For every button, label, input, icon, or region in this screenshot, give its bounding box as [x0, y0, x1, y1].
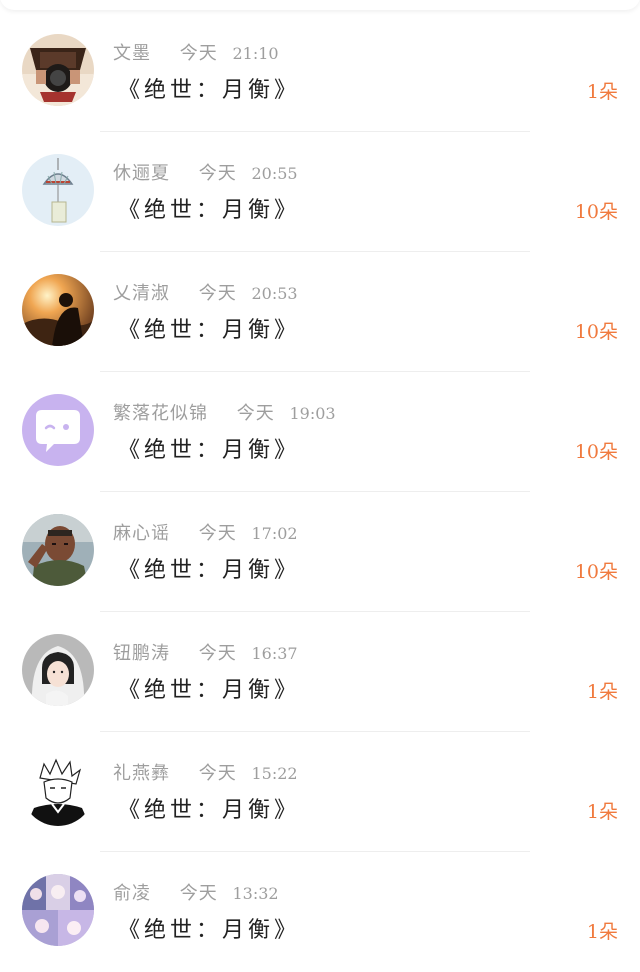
flower-count: 1朵 [586, 681, 618, 703]
record-time: 16:37 [251, 644, 298, 663]
avatar[interactable] [22, 274, 94, 346]
record-time: 13:32 [232, 884, 279, 903]
flower-count: 10朵 [574, 561, 618, 583]
avatar-girl-hood-icon [22, 634, 94, 706]
gift-title: 《绝世：月衡》 [118, 918, 301, 943]
record-meta: 礼燕彝 今天 15:22 [113, 762, 298, 786]
record-meta: 文墨 今天 21:10 [113, 42, 279, 66]
record-day: 今天 [179, 43, 218, 64]
sender-name[interactable]: 钮鹏涛 [113, 643, 170, 664]
record-day: 今天 [198, 283, 237, 304]
avatar[interactable] [22, 514, 94, 586]
top-card-edge [0, 0, 640, 10]
avatar-soldier-icon [22, 514, 94, 586]
avatar[interactable] [22, 154, 94, 226]
sender-name[interactable]: 休逦夏 [113, 163, 170, 184]
avatar-sunset-couple-icon [22, 274, 94, 346]
sender-name[interactable]: 文墨 [113, 43, 151, 64]
gift-title: 《绝世：月衡》 [118, 558, 301, 583]
flower-count: 10朵 [574, 441, 618, 463]
list-item[interactable]: 乂清淑 今天 20:53 《绝世：月衡》 10朵 [0, 252, 640, 372]
list-item[interactable]: 休逦夏 今天 20:55 《绝世：月衡》 10朵 [0, 132, 640, 252]
gift-title: 《绝世：月衡》 [118, 78, 301, 103]
record-day: 今天 [198, 763, 237, 784]
record-meta: 休逦夏 今天 20:55 [113, 162, 298, 186]
gift-title: 《绝世：月衡》 [118, 318, 301, 343]
record-day: 今天 [198, 523, 237, 544]
record-time: 17:02 [251, 524, 298, 543]
gift-title: 《绝世：月衡》 [118, 438, 301, 463]
avatar-default-chat-icon [22, 394, 94, 466]
flower-count: 1朵 [586, 81, 618, 103]
flower-count: 10朵 [574, 321, 618, 343]
record-meta: 俞凌 今天 13:32 [113, 882, 279, 906]
record-meta: 钮鹏涛 今天 16:37 [113, 642, 298, 666]
gift-title: 《绝世：月衡》 [118, 798, 301, 823]
gift-title: 《绝世：月衡》 [118, 198, 301, 223]
avatar[interactable] [22, 34, 94, 106]
flower-count: 1朵 [586, 921, 618, 943]
record-day: 今天 [179, 883, 218, 904]
avatar[interactable] [22, 394, 94, 466]
list-item[interactable]: 礼燕彝 今天 15:22 《绝世：月衡》 1朵 [0, 732, 640, 852]
avatar[interactable] [22, 754, 94, 826]
avatar-manga-boy-icon [22, 754, 94, 826]
avatar-wind-chime-icon [22, 154, 94, 226]
avatar[interactable] [22, 634, 94, 706]
sender-name[interactable]: 礼燕彝 [113, 763, 170, 784]
record-day: 今天 [198, 643, 237, 664]
record-meta: 麻心谣 今天 17:02 [113, 522, 298, 546]
list-item[interactable]: 文墨 今天 21:10 《绝世：月衡》 1朵 [0, 12, 640, 132]
sender-name[interactable]: 麻心谣 [113, 523, 170, 544]
sender-name[interactable]: 乂清淑 [113, 283, 170, 304]
gift-record-list: 文墨 今天 21:10 《绝世：月衡》 1朵 休逦夏 今天 20:55 《绝世：… [0, 12, 640, 972]
record-time: 21:10 [232, 44, 279, 63]
list-item[interactable]: 繁落花似锦 今天 19:03 《绝世：月衡》 10朵 [0, 372, 640, 492]
record-day: 今天 [198, 163, 237, 184]
avatar-photo-camera-icon [22, 34, 94, 106]
sender-name[interactable]: 俞凌 [113, 883, 151, 904]
flower-count: 1朵 [586, 801, 618, 823]
list-item[interactable]: 俞凌 今天 13:32 《绝世：月衡》 1朵 [0, 852, 640, 972]
flower-count: 10朵 [574, 201, 618, 223]
record-meta: 乂清淑 今天 20:53 [113, 282, 298, 306]
avatar[interactable] [22, 874, 94, 946]
record-time: 19:03 [289, 404, 336, 423]
list-item[interactable]: 钮鹏涛 今天 16:37 《绝世：月衡》 1朵 [0, 612, 640, 732]
avatar-anime-collage-icon [22, 874, 94, 946]
record-day: 今天 [236, 403, 275, 424]
list-item[interactable]: 麻心谣 今天 17:02 《绝世：月衡》 10朵 [0, 492, 640, 612]
record-time: 20:55 [251, 164, 298, 183]
record-time: 15:22 [251, 764, 298, 783]
record-time: 20:53 [251, 284, 298, 303]
gift-title: 《绝世：月衡》 [118, 678, 301, 703]
sender-name[interactable]: 繁落花似锦 [113, 403, 208, 424]
record-meta: 繁落花似锦 今天 19:03 [113, 402, 336, 426]
